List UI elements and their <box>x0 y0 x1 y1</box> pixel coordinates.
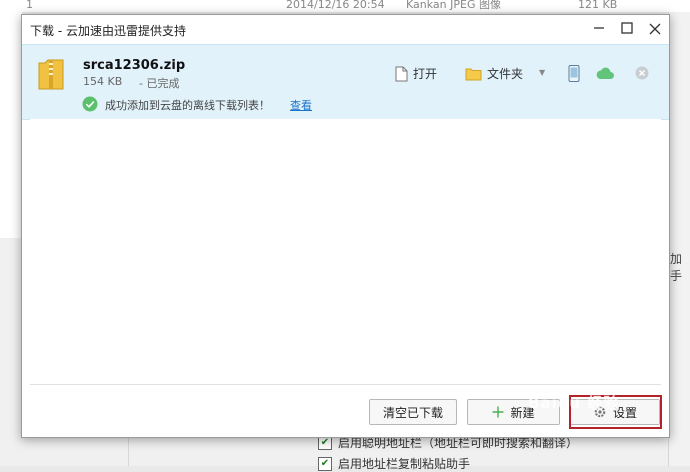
background-file-row: 1 2014/12/16 20:54 Kankan JPEG 图像 121 KB <box>0 0 690 12</box>
maximize-button[interactable] <box>616 19 638 41</box>
open-folder-button[interactable]: 文件夹 <box>465 65 523 82</box>
close-button[interactable] <box>644 19 666 41</box>
chevron-down-icon[interactable]: ▼ <box>539 68 545 77</box>
clear-label: 清空已下载 <box>382 405 443 420</box>
bg-file-date: 2014/12/16 20:54 <box>286 0 385 11</box>
bg-file-name: 1 <box>26 0 33 11</box>
folder-icon <box>465 68 482 80</box>
bg-file-type: Kankan JPEG 图像 <box>406 0 501 11</box>
cloud-icon[interactable] <box>595 66 615 80</box>
checkbox-checked-icon[interactable]: ✔ <box>318 456 332 471</box>
folder-label: 文件夹 <box>487 67 524 81</box>
cloud-success-message: 成功添加到云盘的离线下载列表！ <box>105 99 270 112</box>
document-icon <box>395 66 408 81</box>
download-size: 154 KB <box>83 75 123 88</box>
view-link[interactable]: 查看 <box>290 97 312 113</box>
download-status: - 已完成 <box>139 77 180 90</box>
dialog-title: 下载 - 云加速由迅雷提供支持 <box>30 24 186 38</box>
check-circle-icon <box>82 96 98 112</box>
bg-right-text: 加手 <box>670 252 683 283</box>
download-list-area <box>30 119 661 385</box>
close-icon <box>649 23 661 35</box>
bg-option-paste-helper[interactable]: ✔ 启用地址栏复制粘贴助手 <box>318 455 470 472</box>
zip-file-icon <box>38 59 64 90</box>
remove-icon[interactable] <box>635 66 649 80</box>
clear-downloaded-button[interactable]: 清空已下载 <box>369 399 457 425</box>
phone-icon[interactable] <box>568 65 580 82</box>
maximize-icon <box>621 22 633 34</box>
download-dialog: 下载 - 云加速由迅雷提供支持 srca12306.zip 154 KB - 已… <box>21 14 670 438</box>
bg-option-label: 启用地址栏复制粘贴助手 <box>338 457 471 471</box>
open-file-button[interactable]: 打开 <box>395 65 437 82</box>
download-item[interactable]: srca12306.zip 154 KB - 已完成 成功添加到云盘的离线下载列… <box>22 44 669 120</box>
plus-icon <box>492 406 504 418</box>
minimize-icon <box>594 27 604 29</box>
download-filename[interactable]: srca12306.zip <box>83 58 185 73</box>
bg-file-size: 121 KB <box>578 0 618 11</box>
background-pane <box>0 12 22 238</box>
watermark: Baidu 经验 <box>528 394 620 412</box>
minimize-button[interactable] <box>588 19 610 41</box>
background-right-pane <box>668 12 690 466</box>
title-bar[interactable]: 下载 - 云加速由迅雷提供支持 <box>22 15 669 44</box>
open-label: 打开 <box>413 67 438 81</box>
